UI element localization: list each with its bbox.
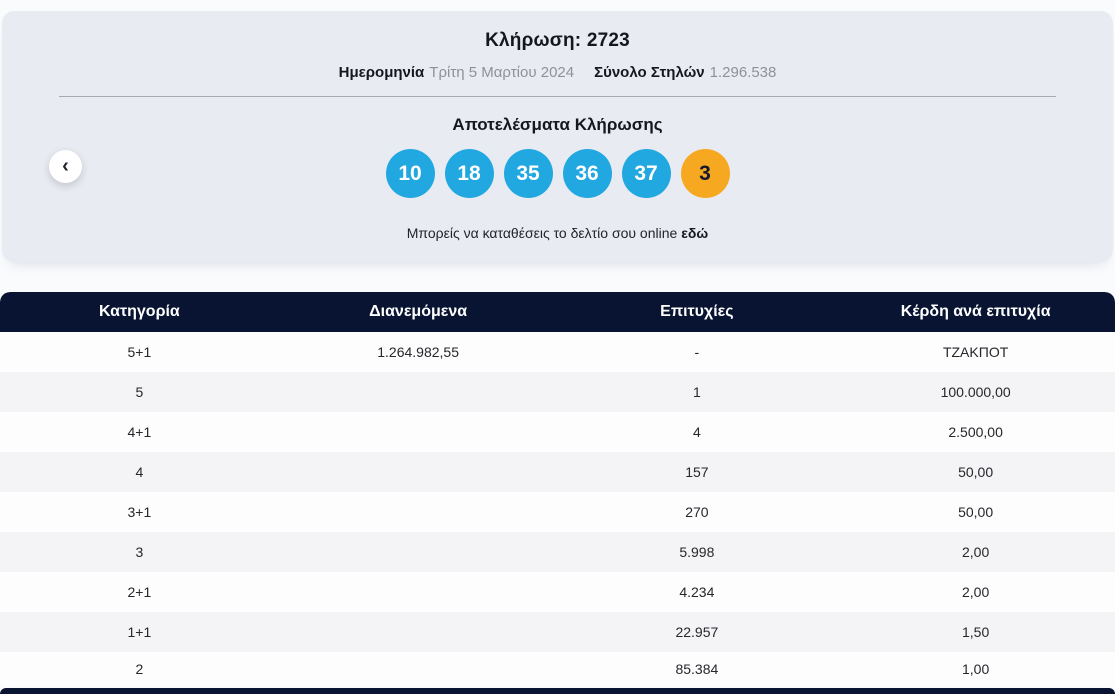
- header-cell: Διανεμόμενα: [369, 303, 468, 320]
- table-cell: [279, 452, 558, 492]
- table-cell: [279, 612, 558, 652]
- date-label: Ημερομηνία: [338, 64, 425, 81]
- table-cell: 2,00: [962, 544, 990, 560]
- number-ball: 35: [503, 149, 553, 198]
- table-cell: 2+1: [127, 584, 152, 600]
- header-cell: Επιτυχίες: [660, 303, 734, 320]
- table-header-row: Κατηγορία Διανεμόμενα Επιτυχίες Κέρδη ανά ε…: [0, 292, 1115, 332]
- table-cell: 4+1: [127, 424, 152, 440]
- table-cell: 2.500,00: [948, 424, 1003, 440]
- draw-meta: Ημερομηνία Τρίτη 5 Μαρτίου 2024 Σύνολο Στη…: [2, 64, 1113, 81]
- table-cell: 270: [685, 504, 709, 520]
- table-cell: -: [694, 344, 700, 360]
- draw-summary-card: Κλήρωση: 2723 Ημερομηνία Τρίτη 5 Μαρτίου …: [2, 11, 1113, 262]
- table-cell: ΤΖΑΚΠΟΤ: [942, 344, 1009, 360]
- header-cell: Κέρδη ανά επιτυχία: [900, 303, 1051, 320]
- table-cell: [279, 492, 558, 532]
- table-cell: [279, 412, 558, 452]
- table-row: 3+1 270 50,00: [0, 492, 1115, 532]
- table-body: 5+1 1.264.982,55 - ΤΖΑΚΠΟΤ 5 1 100.000,00 4+1 4 2…: [0, 332, 1115, 686]
- table-cell: 3: [135, 544, 144, 560]
- table-row: 2+1 4.234 2,00: [0, 572, 1115, 612]
- winning-numbers: 10 18 35 36 37 3: [2, 149, 1113, 198]
- table-row: 5 1 100.000,00: [0, 372, 1115, 412]
- table-row: 4+1 4 2.500,00: [0, 412, 1115, 452]
- number-ball: 18: [444, 149, 494, 198]
- previous-draw-button[interactable]: ‹: [49, 150, 82, 183]
- number-ball: 36: [562, 149, 612, 198]
- table-row: 2 85.384 1,00: [0, 652, 1115, 686]
- table-row: 4 157 50,00: [0, 452, 1115, 492]
- table-row: 5+1 1.264.982,55 - ΤΖΑΚΠΟΤ: [0, 332, 1115, 372]
- table-cell: [279, 532, 558, 572]
- bonus-number-ball: 3: [680, 149, 730, 198]
- results-title: Αποτελέσματα Κλήρωσης: [452, 115, 663, 134]
- table-cell: 1.264.982,55: [377, 344, 459, 360]
- chevron-left-icon: ‹: [62, 154, 69, 177]
- table-cell: 50,00: [958, 464, 994, 480]
- table-cell: 1,00: [962, 661, 990, 677]
- number-ball: 37: [621, 149, 671, 198]
- deposit-link[interactable]: εδώ: [681, 225, 708, 241]
- table-cell: 157: [685, 464, 709, 480]
- table-cell: 50,00: [958, 504, 994, 520]
- number-ball: 10: [385, 149, 435, 198]
- table-cell: 1,50: [962, 624, 990, 640]
- table-cell: 100.000,00: [940, 384, 1011, 400]
- table-cell: 1+1: [127, 624, 152, 640]
- divider: [59, 96, 1056, 97]
- table-cell: 4.234: [679, 584, 715, 600]
- columns-label: Σύνολο Στηλών: [594, 64, 705, 81]
- table-cell: 22.957: [675, 624, 719, 640]
- page: Κλήρωση: 2723 Ημερομηνία Τρίτη 5 Μαρτίου …: [0, 11, 1115, 694]
- table-cell: 5.998: [679, 544, 715, 560]
- table-row: 3 5.998 2,00: [0, 532, 1115, 572]
- table-cell: 3+1: [127, 504, 152, 520]
- table-cell: [279, 372, 558, 412]
- table-cell: 2: [135, 661, 144, 677]
- table-cell: [279, 572, 558, 612]
- table-cell: 5: [135, 384, 144, 400]
- table-cell: [279, 652, 558, 686]
- columns-value: 1.296.538: [709, 64, 777, 81]
- footer-bar: [0, 688, 1115, 694]
- deposit-text: Μπορείς να καταθέσεις το δελτίο σου onli…: [2, 225, 1113, 241]
- table-cell: 4: [692, 424, 701, 440]
- table-cell: 85.384: [675, 661, 719, 677]
- table-cell: 4: [135, 464, 144, 480]
- table-cell: 5+1: [127, 344, 152, 360]
- table-row: 1+1 22.957 1,50: [0, 612, 1115, 652]
- winnings-table: Κατηγορία Διανεμόμενα Επιτυχίες Κέρδη ανά ε…: [0, 292, 1115, 686]
- header-cell: Κατηγορία: [98, 303, 180, 320]
- date-value: Τρίτη 5 Μαρτίου 2024: [429, 64, 575, 81]
- draw-title: Κλήρωση: 2723: [485, 30, 630, 51]
- deposit-text-label: Μπορείς να καταθέσεις το δελτίο σου onli…: [406, 225, 678, 241]
- table-cell: 2,00: [962, 584, 990, 600]
- table-cell: 1: [692, 384, 701, 400]
